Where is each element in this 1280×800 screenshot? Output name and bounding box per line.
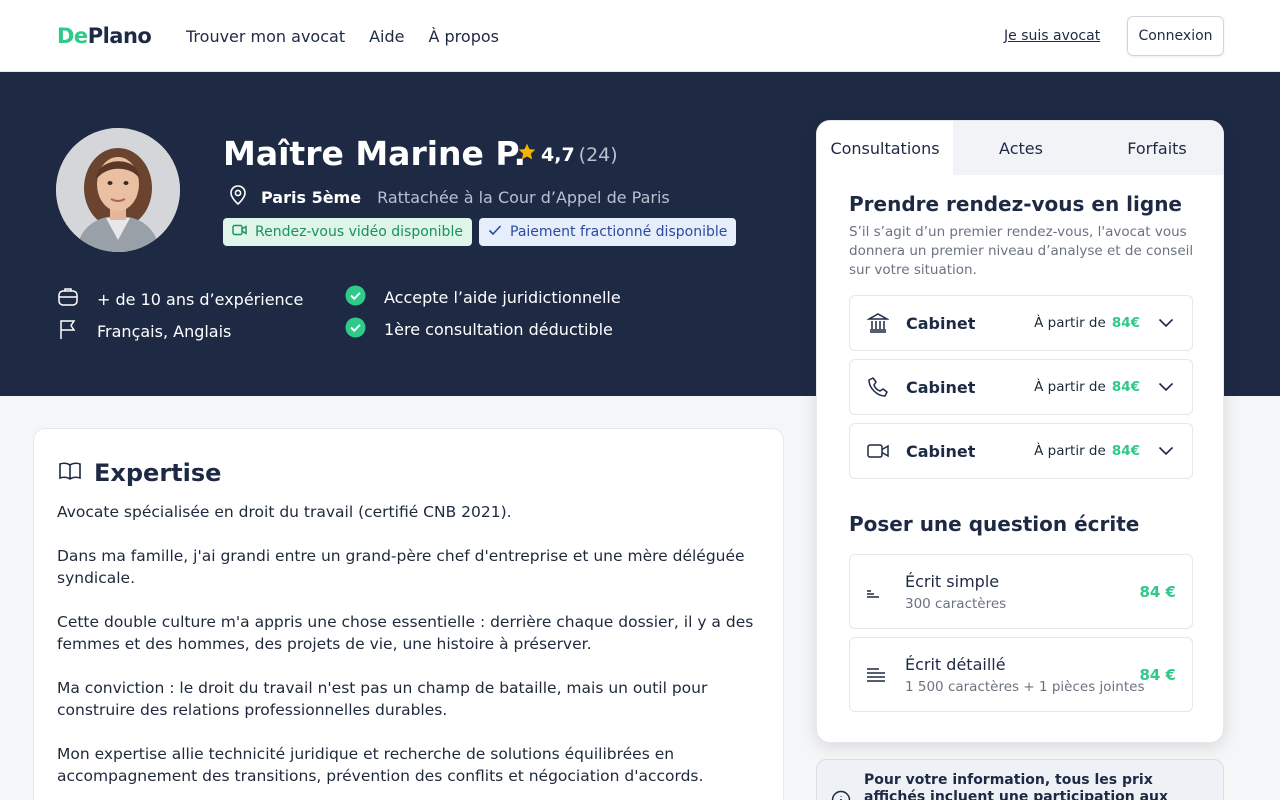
consult-option-office[interactable]: Cabinet À partir de 84€	[849, 295, 1193, 351]
chevron-down-icon	[1140, 382, 1192, 392]
expertise-paragraph: Dans ma famille, j'ai grandi entre un gr…	[57, 547, 745, 587]
location-row: Paris 5ème Rattachée à la Cour d’Appel d…	[229, 185, 670, 209]
option-label: Cabinet	[906, 313, 976, 333]
question-name: Écrit détaillé	[905, 655, 1006, 674]
video-icon	[850, 442, 906, 460]
location-city: Paris 5ème	[261, 187, 362, 207]
option-label: Cabinet	[906, 441, 976, 461]
booking-tabs: Consultations Actes Forfaits	[817, 121, 1223, 175]
booking-card: Consultations Actes Forfaits Prendre ren…	[816, 120, 1224, 743]
price-info-text: Pour votre information, tous les prix af…	[864, 772, 1169, 800]
first-consult-text: 1ère consultation déductible	[384, 320, 613, 339]
book-icon	[58, 459, 82, 487]
main-nav: Trouver mon avocat Aide À propos	[186, 27, 499, 46]
nav-help[interactable]: Aide	[369, 27, 404, 46]
option-price: 84€	[1111, 379, 1140, 395]
feature-languages: Français, Anglais	[57, 318, 231, 344]
price-info-note: Pour votre information, tous les prix af…	[816, 759, 1224, 800]
question-option-simple[interactable]: Écrit simple 300 caractères 84 €	[849, 554, 1193, 629]
tab-consultations[interactable]: Consultations	[817, 121, 953, 175]
legal-aid-text: Accepte l’aide juridictionnelle	[384, 288, 621, 307]
expertise-paragraph: Mon expertise allie technicité juridique…	[57, 745, 704, 785]
tab-forfaits[interactable]: Forfaits	[1089, 121, 1223, 175]
question-price: 84 €	[1139, 666, 1176, 684]
avatar	[56, 128, 180, 252]
expertise-paragraph: Cette double culture m'a appris une chos…	[57, 613, 754, 653]
nav-about[interactable]: À propos	[428, 27, 498, 46]
question-option-detailed[interactable]: Écrit détaillé 1 500 caractères + 1 pièc…	[849, 637, 1193, 712]
expertise-card: Expertise Avocate spécialisée en droit d…	[33, 428, 784, 800]
question-sub: 1 500 caractères + 1 pièces jointes	[905, 679, 1145, 695]
appointment-title: Prendre rendez-vous en ligne	[849, 192, 1182, 216]
question-price: 84 €	[1139, 583, 1176, 601]
question-sub: 300 caractères	[905, 596, 1007, 612]
login-button[interactable]: Connexion	[1127, 16, 1224, 56]
appointment-description: S’il s’agit d’un premier rendez-vous, l'…	[849, 224, 1194, 278]
short-text-icon	[866, 584, 880, 603]
logo-plano: Plano	[87, 24, 152, 48]
consult-option-phone[interactable]: Cabinet À partir de 84€	[849, 359, 1193, 415]
long-text-icon	[866, 667, 886, 687]
court-affiliation: Rattachée à la Cour d’Appel de Paris	[377, 187, 670, 207]
flag-icon	[57, 318, 79, 344]
expertise-title: Expertise	[94, 459, 222, 487]
phone-icon	[850, 376, 906, 398]
check-circle-icon	[345, 317, 366, 342]
chevron-down-icon	[1140, 318, 1192, 328]
i-am-lawyer-link[interactable]: Je suis avocat	[1004, 28, 1100, 44]
expertise-body: Avocate spécialisée en droit du travail …	[57, 501, 767, 800]
review-count: (24)	[578, 143, 618, 166]
check-circle-icon	[345, 285, 366, 310]
map-pin-icon	[229, 185, 247, 209]
tab-actes[interactable]: Actes	[953, 121, 1089, 175]
expertise-paragraph: Avocate spécialisée en droit du travail …	[57, 503, 512, 521]
star-icon	[517, 142, 537, 167]
top-navbar: DePlano Trouver mon avocat Aide À propos…	[0, 0, 1280, 72]
info-icon	[831, 790, 851, 800]
chevron-down-icon	[1140, 446, 1192, 456]
payment-badge: Paiement fractionné disponible	[479, 218, 737, 246]
video-icon	[232, 224, 247, 240]
option-price: 84€	[1111, 315, 1140, 331]
bank-icon	[850, 312, 906, 334]
rating-score: 4,7	[541, 143, 575, 166]
consult-option-video[interactable]: Cabinet À partir de 84€	[849, 423, 1193, 479]
experience-text: + de 10 ans d’expérience	[97, 289, 304, 309]
option-label: Cabinet	[906, 377, 976, 397]
logo-de: De	[57, 24, 88, 48]
logo[interactable]: DePlano	[57, 24, 152, 48]
rating[interactable]: 4,7 (24)	[517, 142, 618, 167]
video-badge-label: Rendez-vous vidéo disponible	[255, 224, 463, 240]
nav-find-lawyer[interactable]: Trouver mon avocat	[186, 27, 345, 46]
question-title: Poser une question écrite	[849, 512, 1140, 536]
expertise-heading: Expertise	[58, 459, 221, 487]
option-from: À partir de	[1034, 379, 1106, 395]
option-from: À partir de	[1034, 443, 1106, 459]
briefcase-icon	[57, 286, 79, 312]
expertise-paragraph: Ma conviction : le droit du travail n'es…	[57, 679, 708, 719]
option-price: 84€	[1111, 443, 1140, 459]
feature-experience: + de 10 ans d’expérience	[57, 286, 303, 312]
option-from: À partir de	[1034, 315, 1106, 331]
languages-text: Français, Anglais	[97, 321, 232, 341]
feature-first-consult: 1ère consultation déductible	[345, 317, 613, 342]
check-icon	[488, 224, 502, 240]
payment-badge-label: Paiement fractionné disponible	[510, 224, 728, 240]
question-name: Écrit simple	[905, 572, 1000, 591]
feature-legal-aid: Accepte l’aide juridictionnelle	[345, 285, 621, 310]
lawyer-name: Maître Marine P.	[223, 134, 527, 173]
video-badge: Rendez-vous vidéo disponible	[223, 218, 472, 246]
